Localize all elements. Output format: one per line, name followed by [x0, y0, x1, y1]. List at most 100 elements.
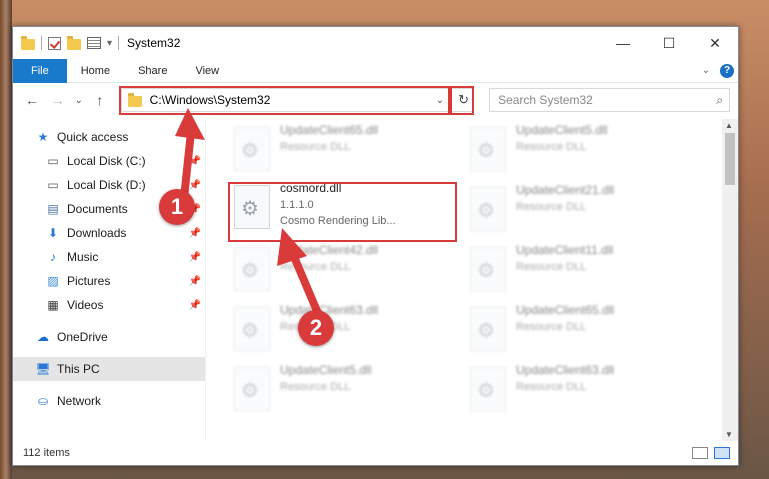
annotation-marker-2: 2 [298, 310, 334, 346]
music-icon: ♪ [50, 250, 56, 264]
sidebar-item-label: Quick access [57, 130, 129, 144]
navigation-bar: ← → ⌄ ↑ C:\Windows\System32 ⌄ ↻ Search S… [13, 83, 738, 117]
details-view-button[interactable] [692, 447, 708, 459]
sidebar-item-label: Network [57, 394, 102, 408]
sidebar-item-onedrive[interactable]: ☁ OneDrive [13, 325, 205, 349]
file-item[interactable]: UpdateClient5.dll Resource DLL [234, 363, 454, 419]
drive-icon: ▭ [47, 154, 59, 168]
file-item[interactable]: UpdateClient65.dll Resource DLL [234, 123, 454, 179]
dll-file-icon [470, 307, 506, 351]
sidebar-item-local-disk-c[interactable]: ▭ Local Disk (C:) 📌 [13, 149, 205, 173]
forward-button[interactable]: → [47, 89, 69, 111]
tab-file[interactable]: File [13, 58, 67, 83]
dll-file-icon [234, 247, 270, 291]
sidebar-item-pictures[interactable]: ▨ Pictures 📌 [13, 269, 205, 293]
expand-ribbon-icon[interactable]: ⌄ [702, 65, 710, 76]
pin-icon[interactable]: 📌 [189, 228, 201, 239]
search-input[interactable]: Search System32 ⌕ [489, 88, 731, 112]
new-folder-icon[interactable] [67, 35, 81, 50]
sidebar-item-network[interactable]: ⛀ Network [13, 389, 205, 413]
documents-icon: ▤ [47, 202, 59, 216]
dll-file-icon [470, 187, 506, 231]
customize-toolbar-icon[interactable] [87, 37, 101, 49]
toolbar-divider [41, 36, 42, 50]
quick-access-toolbar: ▾ [21, 35, 120, 50]
close-button[interactable]: ✕ [692, 27, 738, 59]
back-button[interactable]: ← [21, 89, 43, 111]
sidebar-item-label: Pictures [67, 274, 111, 288]
file-item[interactable]: UpdateClient11.dll Resource DLL [470, 243, 690, 299]
recent-locations-button[interactable]: ⌄ [73, 89, 85, 111]
window-title: System32 [127, 36, 181, 50]
annotation-marker-1: 1 [159, 189, 195, 225]
file-detail: Resource DLL [516, 261, 587, 273]
sidebar-item-quick-access[interactable]: ★ Quick access [13, 125, 205, 149]
file-detail: Resource DLL [280, 141, 351, 153]
navigation-pane: ★ Quick access ▭ Local Disk (C:) 📌 ▭ Local Dis… [13, 119, 205, 441]
file-explorer-window: ▾ System32 — ☐ ✕ File Home Share View ⌄ … [12, 26, 739, 466]
properties-check-icon[interactable] [48, 36, 61, 50]
help-button[interactable]: ? [720, 63, 734, 78]
sidebar-item-label: Downloads [67, 226, 127, 240]
scroll-thumb[interactable] [725, 133, 735, 185]
pin-icon[interactable]: 📌 [189, 300, 201, 311]
chevron-down-icon[interactable]: ▾ [107, 38, 112, 49]
scroll-up-icon[interactable]: ▲ [725, 121, 733, 130]
title-bar: ▾ System32 — ☐ ✕ [13, 27, 738, 59]
item-count: 112 items [23, 447, 70, 459]
cloud-icon: ☁ [37, 330, 49, 344]
file-list: UpdateClient65.dllResource DLLUpdateClie… [205, 119, 738, 441]
dll-file-icon [470, 127, 506, 171]
toolbar-divider [118, 36, 120, 50]
file-item[interactable]: UpdateClient42.dll Resource DLL [234, 243, 454, 299]
file-item[interactable]: UpdateClient5.dll Resource DLL [470, 123, 690, 179]
network-icon: ⛀ [37, 394, 49, 408]
tab-home[interactable]: Home [67, 59, 124, 83]
file-item[interactable]: UpdateClient21.dll Resource DLL [470, 183, 690, 239]
maximize-button[interactable]: ☐ [646, 27, 692, 59]
search-placeholder: Search System32 [498, 93, 593, 107]
file-highlight-box [228, 182, 457, 242]
file-item[interactable]: UpdateClient63.dllResource DLL [234, 303, 454, 359]
address-bar[interactable]: C:\Windows\System32 ⌄ ↻ [118, 86, 475, 115]
tab-share[interactable]: Share [124, 59, 181, 83]
sidebar-item-label: Documents [67, 202, 128, 216]
up-button[interactable]: ↑ [89, 89, 111, 111]
address-highlight-box [118, 86, 450, 115]
refresh-highlight-box [450, 86, 475, 115]
sidebar-item-label: This PC [57, 362, 100, 376]
file-detail: Resource DLL [280, 261, 351, 273]
file-detail: Resource DLL [516, 201, 587, 213]
vertical-scrollbar[interactable]: ▲ ▼ [722, 119, 738, 441]
status-bar: 112 items [13, 441, 738, 465]
download-icon: ⬇ [47, 226, 59, 240]
pin-icon[interactable]: 📌 [189, 156, 201, 167]
search-icon[interactable]: ⌕ [716, 93, 723, 108]
sidebar-item-music[interactable]: ♪ Music 📌 [13, 245, 205, 269]
scroll-down-icon[interactable]: ▼ [725, 430, 733, 439]
tab-view[interactable]: View [181, 59, 233, 83]
folder-icon [21, 35, 35, 50]
file-item[interactable]: UpdateClient65.dll Resource DLL [470, 303, 690, 359]
sidebar-item-this-pc[interactable]: 🖥 This PC [13, 357, 205, 381]
file-name: UpdateClient11.dll [516, 243, 614, 257]
file-name: UpdateClient65.dll [516, 303, 615, 317]
pin-icon[interactable]: 📌 [189, 180, 201, 191]
file-detail: Resource DLL [516, 141, 587, 153]
file-detail: Resource DLL [280, 381, 351, 393]
dll-file-icon [470, 367, 506, 411]
dll-file-icon [234, 367, 270, 411]
pin-icon[interactable]: 📌 [189, 276, 201, 287]
sidebar-item-label: Music [67, 250, 99, 264]
file-name: UpdateClient65.dll [280, 123, 379, 137]
pin-icon[interactable]: 📌 [189, 252, 201, 263]
dll-file-icon [234, 307, 270, 351]
sidebar-item-videos[interactable]: ▦ Videos 📌 [13, 293, 205, 317]
minimize-button[interactable]: — [600, 27, 646, 59]
file-name: UpdateClient5.dll [516, 123, 608, 137]
file-item[interactable]: UpdateClient63.dllResource DLL [470, 363, 690, 419]
large-icons-view-button[interactable] [714, 447, 730, 459]
